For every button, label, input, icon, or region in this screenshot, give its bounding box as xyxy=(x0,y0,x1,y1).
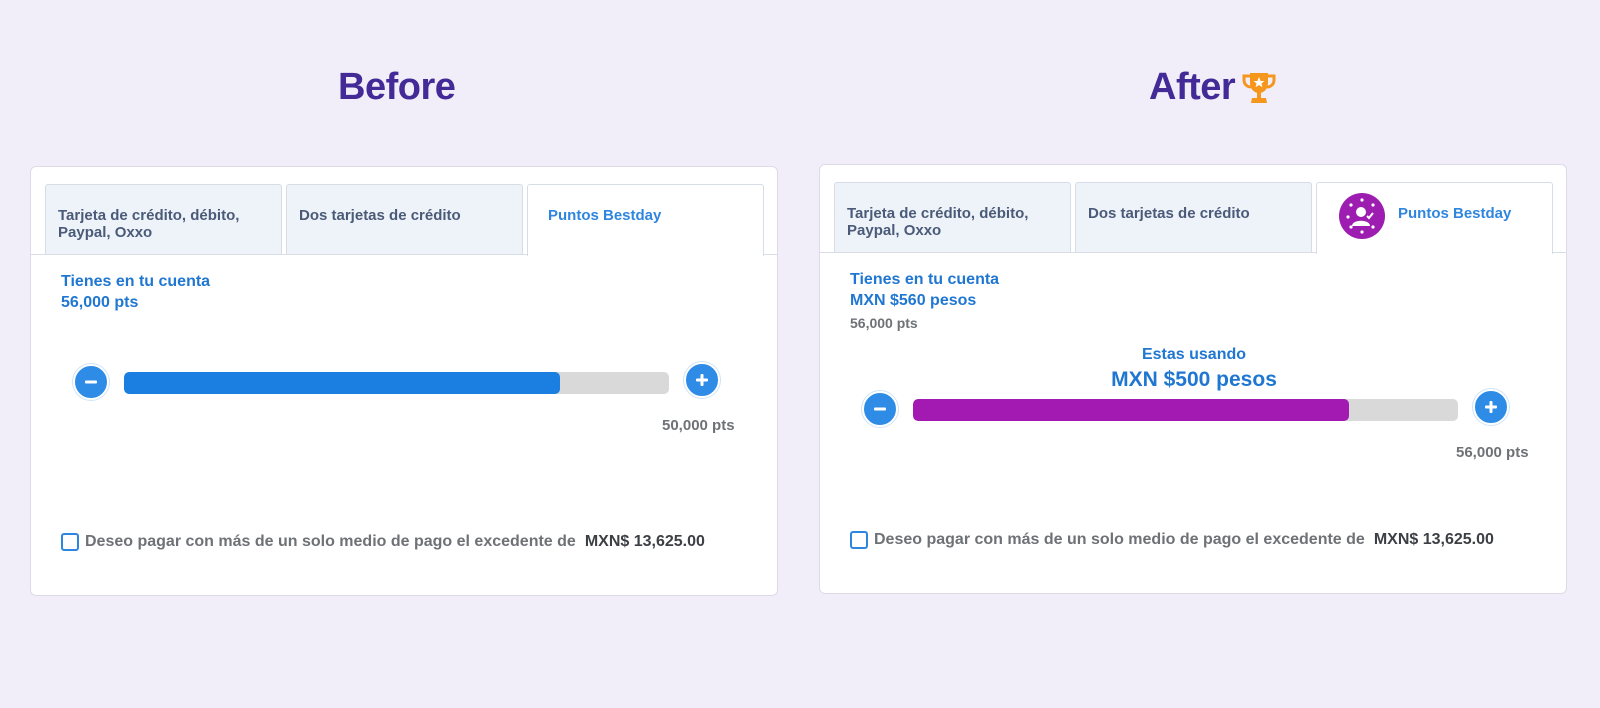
account-pesos: MXN $560 pesos xyxy=(850,292,977,309)
tab-card-debit-paypal-oxxo[interactable]: Tarjeta de crédito, débito, Paypal, Oxxo xyxy=(45,184,282,255)
split-payment-checkbox[interactable] xyxy=(61,533,79,551)
account-title: Tienes en tu cuenta xyxy=(850,271,1000,288)
after-payment-card: Tarjeta de crédito, débito, Paypal, Oxxo… xyxy=(819,164,1567,594)
tab-label-line2: Paypal, Oxxo xyxy=(58,224,153,241)
plus-icon xyxy=(1485,401,1497,413)
account-balance: Tienes en tu cuenta 56,000 pts xyxy=(61,271,210,313)
plus-icon xyxy=(696,374,708,386)
points-slider-track[interactable] xyxy=(124,372,669,394)
decrease-points-button[interactable] xyxy=(73,364,109,400)
tab-two-credit-cards[interactable]: Dos tarjetas de crédito xyxy=(286,184,523,255)
points-slider-fill xyxy=(124,372,560,394)
payment-tabs: Tarjeta de crédito, débito, Paypal, Oxxo… xyxy=(31,184,778,256)
split-payment-amount: MXN$ 13,625.00 xyxy=(1373,531,1494,548)
split-payment-amount: MXN$ 13,625.00 xyxy=(584,533,705,550)
loyalty-user-star-icon xyxy=(1339,193,1385,239)
decrease-points-button[interactable] xyxy=(862,391,898,427)
split-payment-row: Deseo pagar con más de un solo medio de … xyxy=(61,533,705,551)
before-payment-card: Tarjeta de crédito, débito, Paypal, Oxxo… xyxy=(30,166,778,596)
minus-icon xyxy=(85,380,97,384)
increase-points-button[interactable] xyxy=(684,362,720,398)
after-heading: After xyxy=(1149,66,1279,109)
tab-label: Dos tarjetas de crédito xyxy=(1088,205,1250,222)
trophy-icon xyxy=(1242,72,1276,103)
slider-points-value: 50,000 pts xyxy=(662,417,735,434)
increase-points-button[interactable] xyxy=(1473,389,1509,425)
tab-label: Puntos Bestday xyxy=(1398,205,1512,222)
account-title: Tienes en tu cuenta xyxy=(61,273,211,290)
account-balance: Tienes en tu cuenta MXN $560 pesos 56,00… xyxy=(850,269,999,334)
points-in-use: Estas usando MXN $500 pesos xyxy=(820,345,1568,393)
payment-tabs: Tarjeta de crédito, débito, Paypal, Oxxo… xyxy=(820,182,1567,254)
tab-two-credit-cards[interactable]: Dos tarjetas de crédito xyxy=(1075,182,1312,253)
tab-puntos-bestday[interactable]: Puntos Bestday xyxy=(1316,182,1553,254)
points-slider-fill xyxy=(913,399,1349,421)
after-heading-text: After xyxy=(1149,66,1236,108)
tab-label-line1: Tarjeta de crédito, débito, xyxy=(58,207,240,224)
before-heading-text: Before xyxy=(338,66,456,108)
tab-label: Dos tarjetas de crédito xyxy=(299,207,461,224)
slider-points-value: 56,000 pts xyxy=(1456,444,1529,461)
minus-icon xyxy=(874,407,886,411)
points-slider-track[interactable] xyxy=(913,399,1458,421)
tab-puntos-bestday[interactable]: Puntos Bestday xyxy=(527,184,764,256)
account-points: 56,000 pts xyxy=(61,294,139,311)
tab-label: Puntos Bestday xyxy=(548,207,662,224)
split-payment-row: Deseo pagar con más de un solo medio de … xyxy=(850,531,1494,549)
tab-card-debit-paypal-oxxo[interactable]: Tarjeta de crédito, débito, Paypal, Oxxo xyxy=(834,182,1071,253)
before-heading: Before xyxy=(338,66,456,109)
tab-label-line2: Paypal, Oxxo xyxy=(847,222,942,239)
split-payment-checkbox[interactable] xyxy=(850,531,868,549)
using-label: Estas usando xyxy=(1141,346,1247,363)
split-payment-label: Deseo pagar con más de un solo medio de … xyxy=(874,531,1365,548)
split-payment-label: Deseo pagar con más de un solo medio de … xyxy=(85,533,576,550)
using-amount: MXN $500 pesos xyxy=(1111,368,1277,391)
tab-label-line1: Tarjeta de crédito, débito, xyxy=(847,205,1029,222)
account-points: 56,000 pts xyxy=(850,315,918,331)
